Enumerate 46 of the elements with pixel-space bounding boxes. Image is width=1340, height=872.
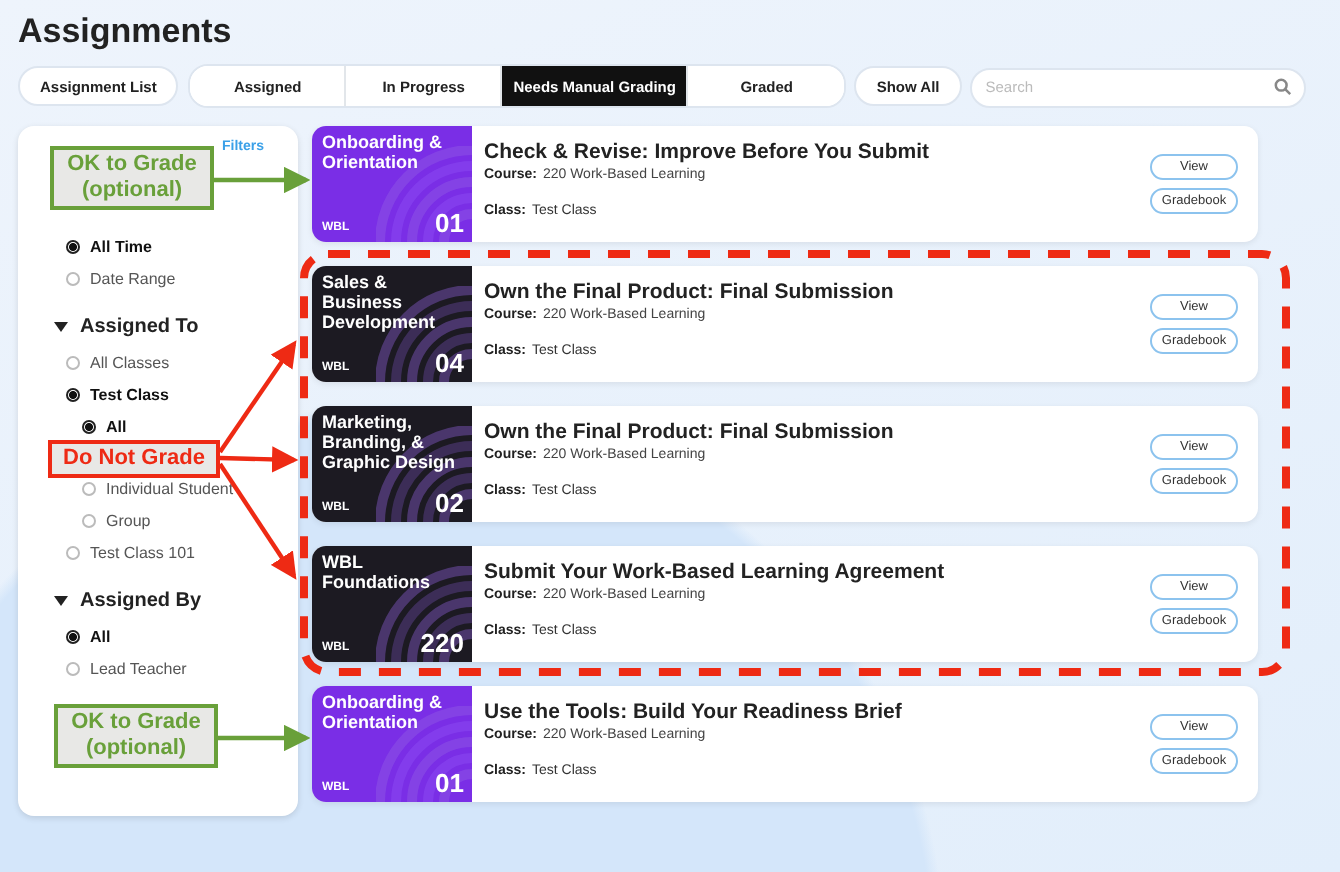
radio-button[interactable] (82, 513, 96, 527)
option-label: Date Range (90, 269, 176, 287)
radio-button[interactable] (66, 387, 80, 401)
thumbnail-title: Sales & Business Development (322, 272, 438, 332)
thumbnail-number: 220 (420, 630, 464, 658)
radio-button[interactable] (66, 629, 80, 643)
caret-icon[interactable] (54, 595, 68, 605)
assignment-title: Submit Your Work-Based Learning Agreement (484, 560, 947, 584)
radio-button[interactable] (82, 481, 96, 495)
option-label: All Classes (90, 353, 170, 371)
option-label: All (106, 417, 127, 435)
option-label: Group (106, 511, 151, 529)
search-icon (1273, 78, 1292, 96)
thumbnail-number: 02 (435, 490, 464, 518)
section-title: Assigned By (80, 589, 202, 611)
radio-button[interactable] (82, 419, 96, 433)
thumbnail-title: Onboarding & Orientation (322, 692, 444, 732)
radio-button[interactable] (66, 545, 80, 559)
thumbnail-number: 01 (435, 770, 464, 798)
option-label: All Time (90, 237, 152, 255)
assignment-title: Use the Tools: Build Your Readiness Brief (484, 700, 904, 724)
option-label: Lead Teacher (90, 659, 187, 677)
option-label: Individual Student (106, 479, 234, 497)
caret-icon[interactable] (54, 321, 68, 331)
assignment-title: Check & Revise: Improve Before You Submit (484, 140, 932, 164)
thumbnail-number: 04 (435, 350, 464, 378)
option-label: Test Class 101 (90, 543, 195, 561)
radio-button[interactable] (66, 355, 80, 369)
arrow (214, 166, 311, 194)
radio-button[interactable] (66, 271, 80, 285)
callout-label: Do Not Grade (48, 440, 220, 478)
assignment-title: Own the Final Product: Final Submission (484, 420, 896, 444)
thumbnail-number: 01 (435, 210, 464, 238)
assignment-title: Own the Final Product: Final Submission (484, 280, 896, 304)
callout-label: OK to Grade (optional) (50, 146, 214, 210)
thumbnail-title: WBL Foundations (322, 552, 432, 592)
thumbnail-title: Marketing, Branding, & Graphic Design (322, 412, 458, 472)
callout-label: OK to Grade (optional) (54, 704, 218, 768)
radio-button[interactable] (66, 661, 80, 675)
page-title: Assignments (18, 10, 234, 54)
radio-button[interactable] (66, 239, 80, 253)
option-label: All (90, 627, 111, 645)
section-title: Assigned To (80, 315, 199, 337)
option-label: Test Class (90, 385, 169, 403)
arrow (218, 724, 311, 752)
thumbnail-title: Onboarding & Orientation (322, 132, 444, 172)
